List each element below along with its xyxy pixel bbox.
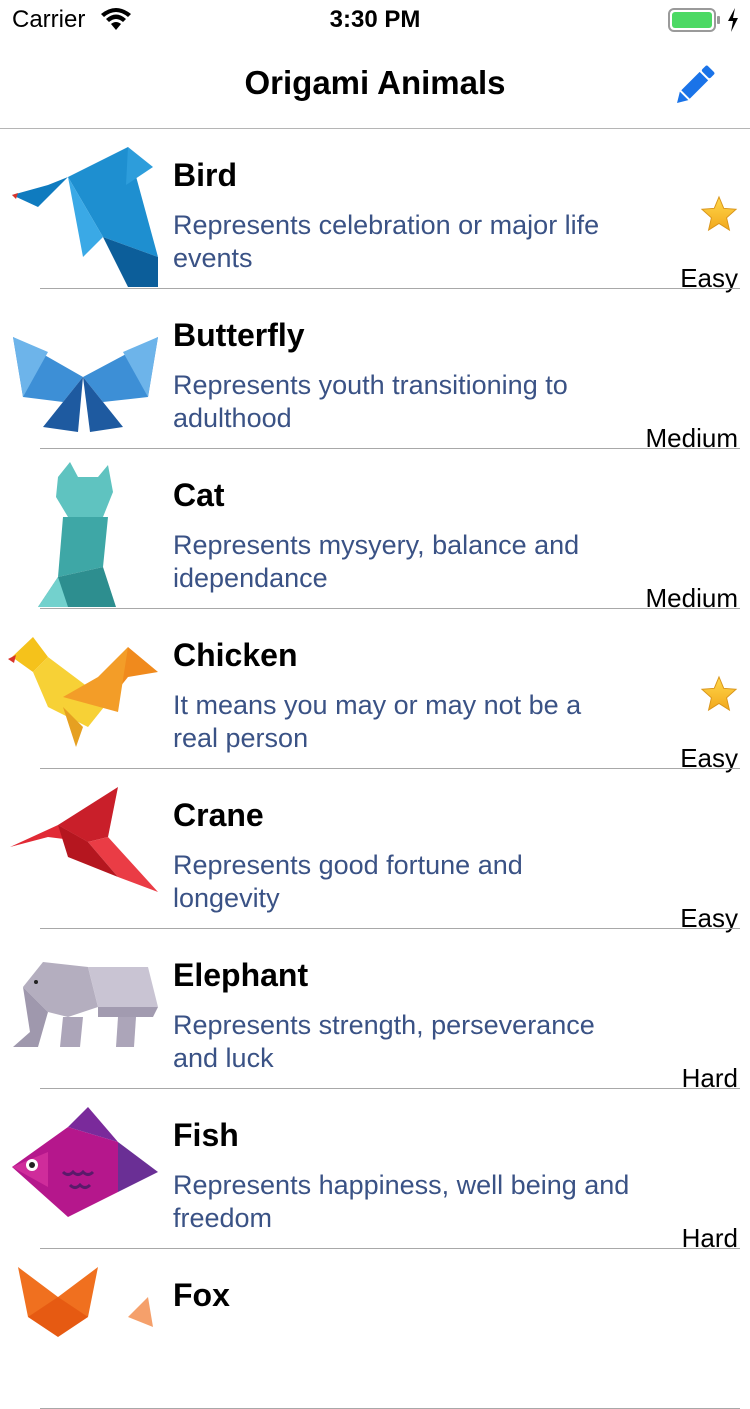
status-time: 3:30 PM [329, 6, 421, 33]
list-item-crane[interactable]: Crane Represents good fortune and longev… [0, 769, 750, 933]
star-icon [700, 195, 738, 232]
item-title: Crane [173, 797, 264, 833]
pencil-icon [677, 65, 715, 103]
navigation-bar: Origami Animals [0, 40, 750, 129]
origami-crane-image [8, 777, 162, 927]
list-item-cat[interactable]: Cat Represents mysyery, balance and idep… [0, 449, 750, 613]
list-item-fish[interactable]: Fish Represents happiness, well being an… [0, 1089, 750, 1253]
animal-list: Bird Represents celebration or major lif… [0, 129, 750, 1409]
item-title: Cat [173, 477, 225, 513]
item-title: Elephant [173, 957, 309, 993]
item-title: Bird [173, 157, 237, 193]
item-title: Fox [173, 1277, 230, 1313]
battery-icon [668, 8, 720, 32]
item-description: Represents happiness, well being and fre… [173, 1170, 630, 1233]
origami-butterfly-image [8, 297, 162, 447]
list-item-chicken[interactable]: Chicken It means you may or may not be a… [0, 609, 750, 773]
star-icon [700, 675, 738, 712]
status-bar: Carrier 3:30 PM [0, 0, 750, 40]
list-item-fox[interactable]: Fox [0, 1249, 750, 1409]
origami-cat-image [8, 457, 162, 607]
list-item-elephant[interactable]: Elephant Represents strength, perseveran… [0, 929, 750, 1093]
item-description: Represents mysyery, balance and idependa… [173, 530, 580, 593]
edit-button[interactable] [668, 60, 720, 112]
origami-bird-image [8, 137, 162, 287]
charging-bolt-icon [728, 8, 738, 32]
item-description: Represents good fortune and longevity [173, 850, 523, 913]
item-title: Fish [173, 1117, 239, 1153]
item-description: Represents strength, perseverance and lu… [173, 1010, 595, 1073]
item-description: Represents youth transitioning to adulth… [173, 370, 568, 433]
origami-chicken-image [8, 617, 162, 767]
item-description: Represents celebration or major life eve… [173, 210, 600, 273]
origami-fox-image [8, 1257, 162, 1407]
page-title: Origami Animals [244, 64, 506, 101]
item-title: Chicken [173, 637, 298, 673]
origami-fish-image [8, 1097, 162, 1247]
list-item-butterfly[interactable]: Butterfly Represents youth transitioning… [0, 289, 750, 453]
origami-elephant-image [8, 937, 162, 1087]
item-description: It means you may or may not be a real pe… [173, 690, 582, 753]
list-item-bird[interactable]: Bird Represents celebration or major lif… [0, 129, 750, 293]
item-title: Butterfly [173, 317, 305, 353]
